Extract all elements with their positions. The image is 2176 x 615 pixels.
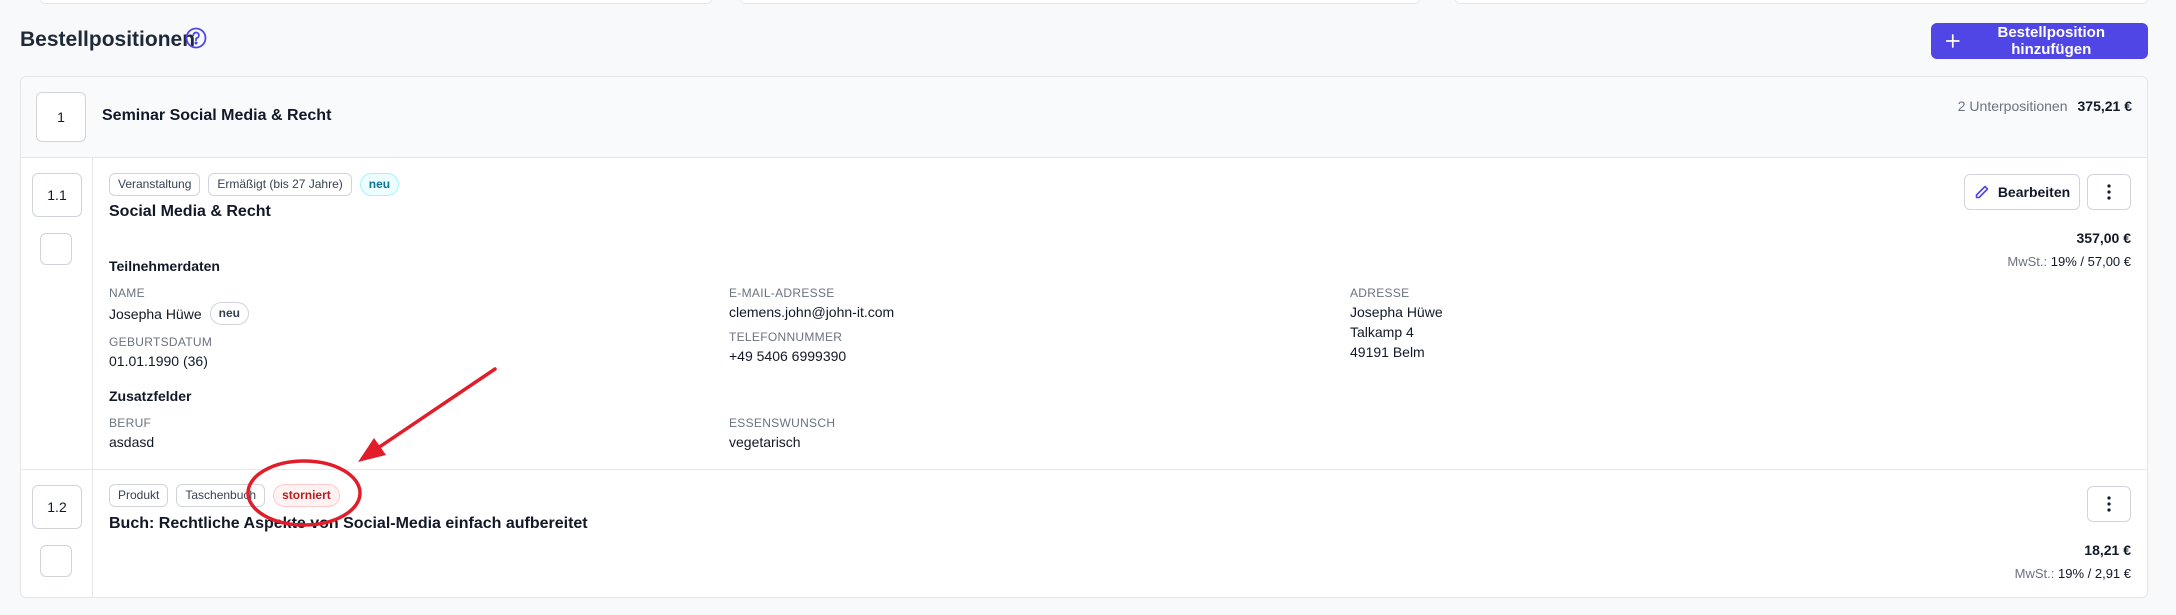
extra-fields-section-title: Zusatzfelder xyxy=(109,388,192,404)
item-vat: MwSt.: 19% / 57,00 € xyxy=(2007,254,2131,269)
page-title: Bestellpositionen xyxy=(20,28,196,51)
tag-cancelled: storniert xyxy=(273,484,340,507)
add-position-button[interactable]: Bestellposition hinzufügen xyxy=(1931,23,2148,59)
vat-value: 19% / 2,91 € xyxy=(2058,566,2131,581)
birthdate-value: 01.01.1990 (36) xyxy=(109,353,208,369)
item-tags: Veranstaltung Ermäßigt (bis 27 Jahre) ne… xyxy=(109,173,400,196)
item-tags: Produkt Taschenbuch storniert xyxy=(109,484,340,507)
vat-label: MwSt.: xyxy=(2014,566,2055,581)
item-title: Social Media & Recht xyxy=(109,203,271,220)
top-card-3 xyxy=(1455,0,2148,4)
section-header: Bestellpositionen Bestellposition hinzuf… xyxy=(20,22,2148,64)
item-price: 18,21 € xyxy=(2084,542,2131,558)
tag-format: Taschenbuch xyxy=(176,484,266,507)
job-value: asdasd xyxy=(109,434,155,450)
position-group-row: 1 Seminar Social Media & Recht 2 Unterpo… xyxy=(21,77,2147,158)
item-vat: MwSt.: 19% / 2,91 € xyxy=(2015,566,2131,581)
add-position-label: Bestellposition hinzufügen xyxy=(1997,24,2106,58)
item-gutter: 1.1 xyxy=(21,158,93,469)
more-options-button[interactable] xyxy=(2087,486,2131,522)
item-select-checkbox[interactable] xyxy=(40,233,72,265)
position-item-1-1: 1.1 Veranstaltung Ermäßigt (bis 27 Jahre… xyxy=(21,158,2147,470)
top-card-2 xyxy=(740,0,1420,4)
tag-ticket: Ermäßigt (bis 27 Jahre) xyxy=(208,173,352,196)
group-subcount: 2 Unterpositionen xyxy=(1957,98,2068,114)
address-label: ADRESSE xyxy=(1350,286,1410,300)
email-label: E-MAIL-ADRESSE xyxy=(729,286,835,300)
vat-value: 19% / 57,00 € xyxy=(2050,254,2131,269)
group-total: 375,21 € xyxy=(2077,98,2133,114)
item-price: 357,00 € xyxy=(2076,230,2132,246)
address-line-3: 49191 Belm xyxy=(1350,344,1425,360)
more-options-button[interactable] xyxy=(2087,174,2131,210)
participant-section-title: Teilnehmerdaten xyxy=(109,258,220,274)
item-number: 1.2 xyxy=(32,485,82,529)
group-number: 1 xyxy=(36,92,86,142)
help-icon[interactable] xyxy=(184,26,208,50)
edit-button[interactable]: Bearbeiten xyxy=(1964,174,2080,210)
tag-type: Veranstaltung xyxy=(109,173,201,196)
phone-label: TELEFONNUMMER xyxy=(729,330,843,344)
vat-label: MwSt.: xyxy=(2007,254,2048,269)
meal-label: ESSENSWUNSCH xyxy=(729,416,836,430)
item-select-checkbox[interactable] xyxy=(40,545,72,577)
item-title: Buch: Rechtliche Aspekte von Social-Medi… xyxy=(109,515,588,532)
tag-status: neu xyxy=(359,173,400,196)
tag-type: Produkt xyxy=(109,484,169,507)
job-label: BERUF xyxy=(109,416,152,430)
group-title: Seminar Social Media & Recht xyxy=(102,107,332,124)
email-value: clemens.john@john-it.com xyxy=(729,304,895,320)
name-label: NAME xyxy=(109,286,145,300)
phone-value: +49 5406 6999390 xyxy=(729,348,847,364)
plus-icon xyxy=(1945,34,1960,48)
address-line-1: Josepha Hüwe xyxy=(1350,304,1443,320)
top-card-1 xyxy=(40,0,712,4)
pencil-icon xyxy=(1975,185,1989,199)
more-vertical-icon xyxy=(2107,184,2111,200)
edit-label: Bearbeiten xyxy=(1997,184,2071,200)
birthdate-label: GEBURTSDATUM xyxy=(109,335,213,349)
positions-panel: 1 Seminar Social Media & Recht 2 Unterpo… xyxy=(20,76,2148,598)
name-value: Josepha Hüwe neu xyxy=(109,302,249,325)
item-number: 1.1 xyxy=(32,173,82,217)
participant-name: Josepha Hüwe xyxy=(109,305,202,322)
more-vertical-icon xyxy=(2107,496,2111,512)
group-summary: 2 Unterpositionen 375,21 € xyxy=(1958,98,2132,114)
meal-value: vegetarisch xyxy=(729,434,801,450)
position-item-1-2: 1.2 Produkt Taschenbuch storniert Buch: … xyxy=(21,470,2147,597)
address-line-2: Talkamp 4 xyxy=(1350,324,1414,340)
name-new-badge: neu xyxy=(209,302,249,325)
item-gutter: 1.2 xyxy=(21,470,93,597)
